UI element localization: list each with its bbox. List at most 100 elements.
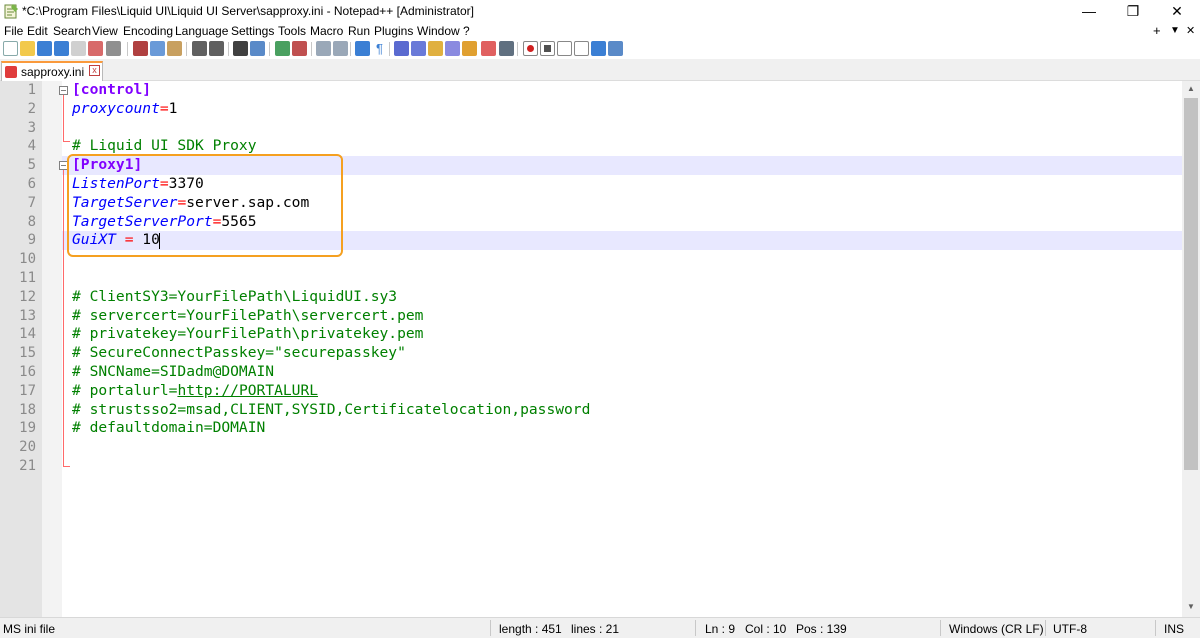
print-icon[interactable] [106,41,121,56]
menu-language[interactable]: Language [175,24,228,38]
indent-guide-icon[interactable] [394,41,409,56]
scrollbar-thumb[interactable] [1184,98,1198,470]
tab-label: sapproxy.ini [21,65,85,79]
vertical-scrollbar[interactable]: ▲ ▼ [1182,81,1200,617]
line-number: 5 [27,157,36,174]
folder-workspace-icon[interactable] [462,41,477,56]
menu-help[interactable]: ? [463,24,470,38]
tab-list-dropdown-icon[interactable]: ▼ [1170,25,1180,36]
line-number: 19 [19,420,36,437]
portal-url-link[interactable]: http://PORTALURL [177,382,318,399]
menu-search[interactable]: Search [53,24,91,38]
cut-icon[interactable] [133,41,148,56]
replace-icon[interactable] [250,41,265,56]
menu-window[interactable]: Window [417,24,460,38]
scroll-down-arrow-icon[interactable]: ▼ [1182,599,1200,615]
scroll-up-arrow-icon[interactable]: ▲ [1182,81,1200,97]
undo-icon[interactable] [192,41,207,56]
minimize-button[interactable]: — [1066,0,1112,22]
line-number: 2 [27,100,36,117]
toolbar: ¶ [0,40,1200,58]
paste-icon[interactable] [167,41,182,56]
insert-mode-status[interactable]: INS [1164,622,1184,636]
toolbar-separator [517,42,518,56]
play-macro-icon[interactable] [557,41,572,56]
save-icon[interactable] [37,41,52,56]
toolbar-separator [389,42,390,56]
word-wrap-icon[interactable] [355,41,370,56]
menu-encoding[interactable]: Encoding [123,24,173,38]
menu-file[interactable]: File [4,24,23,38]
status-separator [1155,620,1156,636]
code-line-15: # SecureConnectPasskey="securepasskey" [72,344,406,363]
save-macro-icon[interactable] [591,41,606,56]
copy-icon[interactable] [150,41,165,56]
code-line-14: # privatekey=YourFilePath\privatekey.pem [72,325,423,344]
stop-macro-icon[interactable] [540,41,555,56]
proxy1-highlight-box [67,154,343,257]
maximize-button[interactable]: ❐ [1110,0,1156,22]
open-file-icon[interactable] [20,41,35,56]
menu-tools[interactable]: Tools [278,24,306,38]
comment: # SecureConnectPasskey="securepasskey" [72,344,406,362]
line-number: 6 [27,176,36,192]
new-tab-plus-icon[interactable]: + [1153,23,1161,38]
monitoring-icon[interactable] [481,41,496,56]
show-all-characters-icon[interactable]: ¶ [372,41,387,56]
find-icon[interactable] [233,41,248,56]
sync-vertical-icon[interactable] [316,41,331,56]
close-document-icon[interactable]: ✕ [1186,24,1195,37]
zoom-out-icon[interactable] [292,41,307,56]
tab-sapproxy-ini[interactable]: sapproxy.ini x [1,61,103,81]
user-language-icon[interactable] [411,41,426,56]
minimize-icon: — [1082,3,1096,19]
menu-settings[interactable]: Settings [231,24,274,38]
line-number: 8 [27,213,36,230]
record-macro-icon[interactable] [523,41,538,56]
zoom-in-icon[interactable] [275,41,290,56]
plugin-icon[interactable] [608,41,623,56]
line-position-status: Ln : 9 [705,622,736,636]
column-status: Col : 10 [745,622,787,636]
editor-area[interactable]: 1 2 3 4 5 6 7 8 9 10 11 12 13 14 15 16 1… [0,81,1200,617]
length-status: length : 451 [499,622,562,636]
tab-close-icon[interactable]: x [89,65,100,76]
restore-icon: ❐ [1126,2,1140,19]
save-all-icon[interactable] [54,41,69,56]
tab-bar: sapproxy.ini x [0,59,1200,81]
code-line-13: # servercert=YourFilePath\servercert.pem [72,307,423,326]
toolbar-separator [186,42,187,56]
eol-format-status[interactable]: Windows (CR LF) [949,622,1044,636]
new-file-icon[interactable] [3,41,18,56]
line-number: 3 [27,119,36,136]
comment: # Liquid UI SDK Proxy [72,137,257,155]
line-number: 4 [27,138,36,155]
toolbar-separator [127,42,128,56]
unsaved-file-icon [5,66,17,78]
value: 1 [168,99,178,117]
redo-icon[interactable] [209,41,224,56]
encoding-status[interactable]: UTF-8 [1053,622,1087,636]
sync-horizontal-icon[interactable] [333,41,348,56]
document-map-icon[interactable] [428,41,443,56]
close-file-icon[interactable] [71,41,86,56]
menu-view[interactable]: View [92,24,118,38]
close-all-icon[interactable] [88,41,103,56]
line-background [62,81,1182,100]
menu-run[interactable]: Run [348,24,370,38]
notepadpp-app-icon[interactable] [3,3,19,19]
line-number: 9 [27,232,36,249]
menu-macro[interactable]: Macro [310,24,343,38]
status-separator [940,620,941,636]
status-bar: MS ini file length : 451 lines : 21 Ln :… [0,617,1200,638]
comment: # SNCName=SIDadm@DOMAIN [72,363,275,380]
toolbar-separator [269,42,270,56]
run-macro-multiple-icon[interactable] [574,41,589,56]
function-list-icon[interactable] [445,41,460,56]
menu-edit[interactable]: Edit [27,24,48,38]
close-window-button[interactable]: ✕ [1154,0,1200,22]
menu-plugins[interactable]: Plugins [374,24,413,38]
view-icon[interactable] [499,41,514,56]
fold-toggle-icon[interactable] [59,86,68,95]
file-type-status: MS ini file [3,622,56,636]
